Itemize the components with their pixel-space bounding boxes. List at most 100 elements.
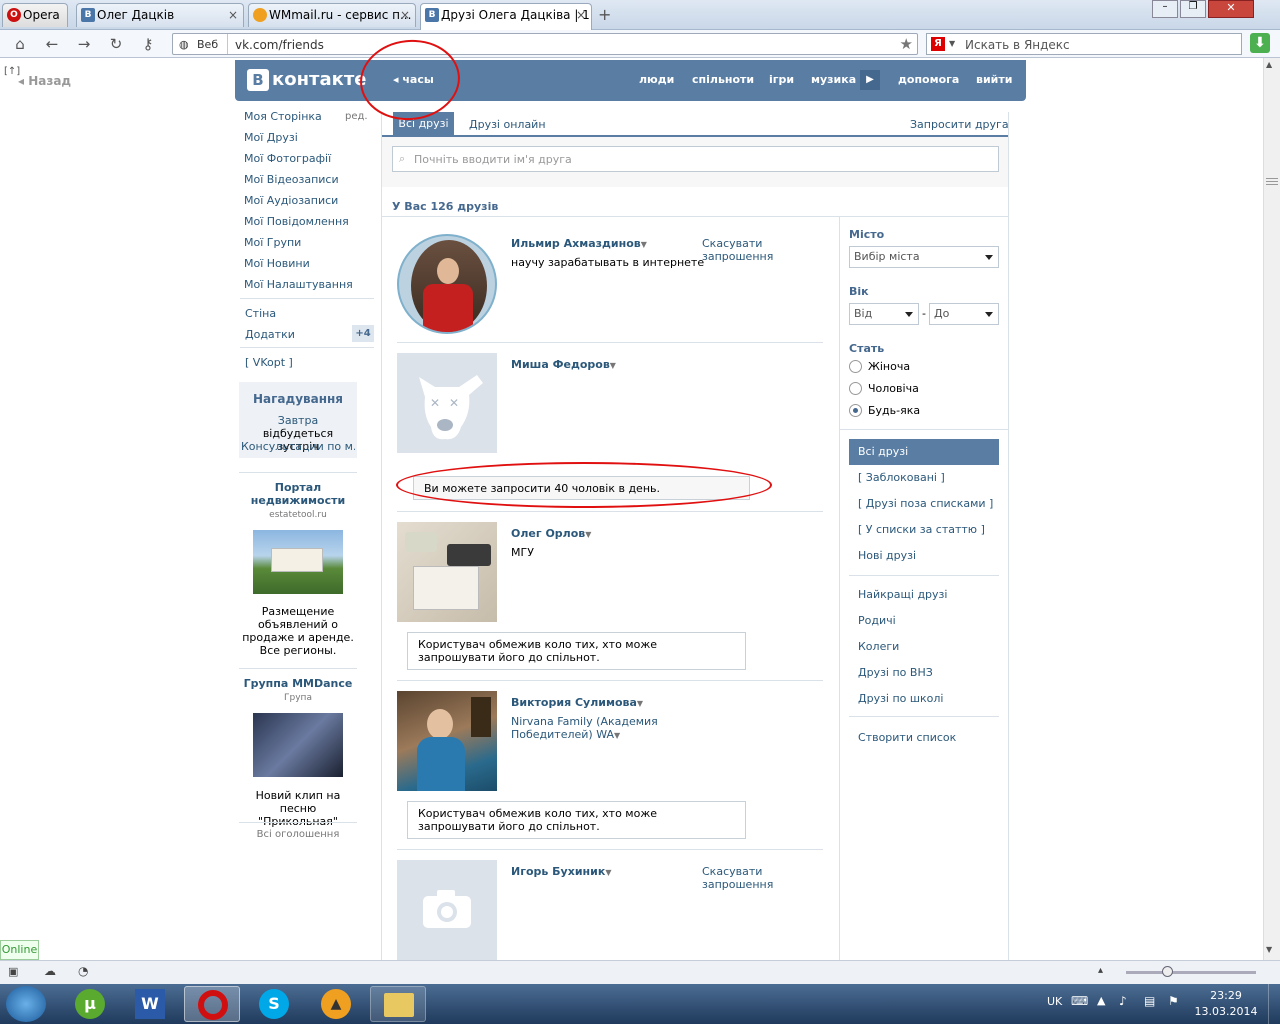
- restore-icon[interactable]: ❐: [1180, 0, 1206, 18]
- reminder-event[interactable]: Консультации по м...: [241, 440, 355, 453]
- chevron-down-icon[interactable]: ▼: [610, 361, 616, 370]
- friend-avatar[interactable]: ✕ ✕: [397, 353, 497, 453]
- list-relatives[interactable]: Родичі: [849, 608, 999, 634]
- word-taskbar-icon[interactable]: W: [122, 986, 178, 1022]
- scroll-up-icon[interactable]: ▲: [1266, 60, 1272, 69]
- tab-wmmail[interactable]: WMmail.ru - сервис п... ×: [248, 3, 416, 27]
- close-icon[interactable]: ×: [400, 4, 410, 26]
- network-icon[interactable]: ▤: [1144, 994, 1155, 1008]
- view-toggle-icon[interactable]: ▴: [1098, 965, 1103, 976]
- zoom-slider[interactable]: [1126, 971, 1256, 974]
- reload-icon[interactable]: ↻: [106, 34, 126, 54]
- edit-link[interactable]: ред.: [345, 111, 368, 122]
- menu-wall[interactable]: Стіна: [245, 307, 276, 320]
- panel-toggle-icon[interactable]: ▣: [8, 965, 18, 978]
- sex-any-radio[interactable]: [849, 404, 862, 417]
- city-select[interactable]: Вибір міста: [849, 246, 999, 268]
- age-to-select[interactable]: До: [929, 303, 999, 325]
- friend-search-input[interactable]: ⌕ Почніть вводити ім'я друга: [392, 146, 999, 172]
- ad-image[interactable]: [253, 713, 343, 777]
- sex-male-label[interactable]: Чоловіча: [868, 382, 919, 395]
- list-school[interactable]: Друзі по школі: [849, 686, 999, 712]
- list-new-friends[interactable]: Нові друзі: [849, 543, 999, 569]
- opera-menu-button[interactable]: O Opera: [2, 3, 68, 27]
- key-icon[interactable]: ⚷: [138, 34, 158, 54]
- zoom-slider-handle[interactable]: [1162, 966, 1173, 977]
- cancel-request-link[interactable]: Скасувати запрошення: [702, 237, 778, 263]
- age-from-select[interactable]: Від: [849, 303, 919, 325]
- sex-any-label[interactable]: Будь-яка: [868, 404, 920, 417]
- speed-dial-icon[interactable]: ◔: [78, 964, 88, 978]
- friend-name[interactable]: Миша Федоров▼: [511, 358, 616, 371]
- ad-image[interactable]: [253, 530, 343, 594]
- nav-help[interactable]: допомога: [898, 73, 959, 86]
- chevron-down-icon[interactable]: ▼: [637, 699, 643, 708]
- close-icon[interactable]: ×: [576, 4, 586, 26]
- aimp-taskbar-icon[interactable]: ▲: [308, 986, 364, 1022]
- friend-avatar[interactable]: [397, 522, 497, 622]
- create-list-link[interactable]: Створити список: [849, 725, 999, 751]
- skype-taskbar-icon[interactable]: S: [246, 986, 302, 1022]
- show-desktop-button[interactable]: [1268, 984, 1280, 1024]
- menu-my-groups[interactable]: Мої Групи: [244, 232, 374, 253]
- tray-expand-icon[interactable]: ▲: [1097, 994, 1105, 1007]
- sex-female-radio[interactable]: [849, 360, 862, 373]
- nav-communities[interactable]: спільноти: [692, 73, 754, 86]
- vkopt-link[interactable]: [ VKopt ]: [245, 356, 293, 369]
- chevron-down-icon[interactable]: ▼: [585, 530, 591, 539]
- keyboard-icon[interactable]: ⌨: [1071, 994, 1088, 1008]
- list-colleagues[interactable]: Колеги: [849, 634, 999, 660]
- volume-icon[interactable]: ♪: [1119, 994, 1127, 1008]
- friend-avatar[interactable]: [397, 860, 497, 960]
- sex-male-radio[interactable]: [849, 382, 862, 395]
- chevron-down-icon[interactable]: ▼: [641, 240, 647, 249]
- ad-title[interactable]: Группа MMDance: [239, 677, 357, 690]
- address-bar[interactable]: ◍ Веб vk.com/friends ★: [172, 33, 918, 55]
- list-university[interactable]: Друзі по ВНЗ: [849, 660, 999, 686]
- back-icon[interactable]: ←: [42, 34, 62, 54]
- friend-avatar[interactable]: [397, 691, 497, 791]
- ad-title[interactable]: Портал недвижимости: [239, 481, 357, 507]
- tab-friends-online[interactable]: Друзі онлайн: [469, 118, 546, 131]
- sex-female-label[interactable]: Жіноча: [868, 360, 910, 373]
- list-outside-lists[interactable]: [ Друзі поза списками ]: [849, 491, 999, 517]
- home-icon[interactable]: ⌂: [10, 34, 30, 54]
- menu-my-friends[interactable]: Мої Друзі: [244, 127, 374, 148]
- language-indicator[interactable]: UK: [1047, 995, 1062, 1008]
- tab-oleg[interactable]: B Олег Дацків ×: [76, 3, 244, 27]
- opera-taskbar-icon[interactable]: [184, 986, 240, 1022]
- action-center-icon[interactable]: ⚑: [1168, 994, 1179, 1008]
- nav-music[interactable]: музика: [811, 73, 856, 86]
- page-scrollbar[interactable]: ▲ ▼: [1263, 58, 1280, 960]
- chevron-down-icon[interactable]: ▼: [605, 868, 611, 877]
- window-close-icon[interactable]: ✕: [1208, 0, 1254, 18]
- utorrent-taskbar-icon[interactable]: µ: [62, 986, 118, 1022]
- close-icon[interactable]: ×: [228, 4, 238, 26]
- download-icon[interactable]: ⬇: [1250, 33, 1270, 53]
- list-all-friends[interactable]: Всі друзі: [849, 439, 999, 465]
- friend-name[interactable]: Ильмир Ахмаздинов▼: [511, 237, 647, 250]
- forward-icon[interactable]: →: [74, 34, 94, 54]
- chevron-down-icon[interactable]: ▼: [614, 731, 620, 740]
- menu-my-videos[interactable]: Мої Відеозаписи: [244, 169, 374, 190]
- list-best-friends[interactable]: Найкращі друзі: [849, 582, 999, 608]
- explorer-taskbar-icon[interactable]: [370, 986, 426, 1022]
- chevron-down-icon[interactable]: ▼: [949, 39, 955, 48]
- all-ads-link[interactable]: Всі оголошення: [239, 829, 357, 840]
- new-tab-icon[interactable]: +: [598, 5, 611, 24]
- clock-date[interactable]: 13.03.2014: [1192, 1005, 1260, 1018]
- nav-people[interactable]: люди: [639, 73, 674, 86]
- friend-name[interactable]: Виктория Сулимова▼: [511, 696, 643, 709]
- minimize-icon[interactable]: –: [1152, 0, 1178, 18]
- friend-status[interactable]: Nirvana Family (Академия Победителей) WA…: [511, 715, 671, 742]
- nav-logout[interactable]: вийти: [976, 73, 1012, 86]
- nav-games[interactable]: ігри: [769, 73, 794, 86]
- back-link[interactable]: ◂ Назад: [18, 74, 71, 88]
- menu-my-audio[interactable]: Мої Аудіозаписи: [244, 190, 374, 211]
- menu-my-photos[interactable]: Мої Фотографії: [244, 148, 374, 169]
- menu-my-messages[interactable]: Мої Повідомлення: [244, 211, 374, 232]
- menu-my-settings[interactable]: Мої Налаштування: [244, 274, 374, 295]
- menu-apps[interactable]: Додатки: [245, 328, 295, 341]
- bookmark-star-icon[interactable]: ★: [900, 35, 913, 53]
- list-by-sex[interactable]: [ У списки за статтю ]: [849, 517, 999, 543]
